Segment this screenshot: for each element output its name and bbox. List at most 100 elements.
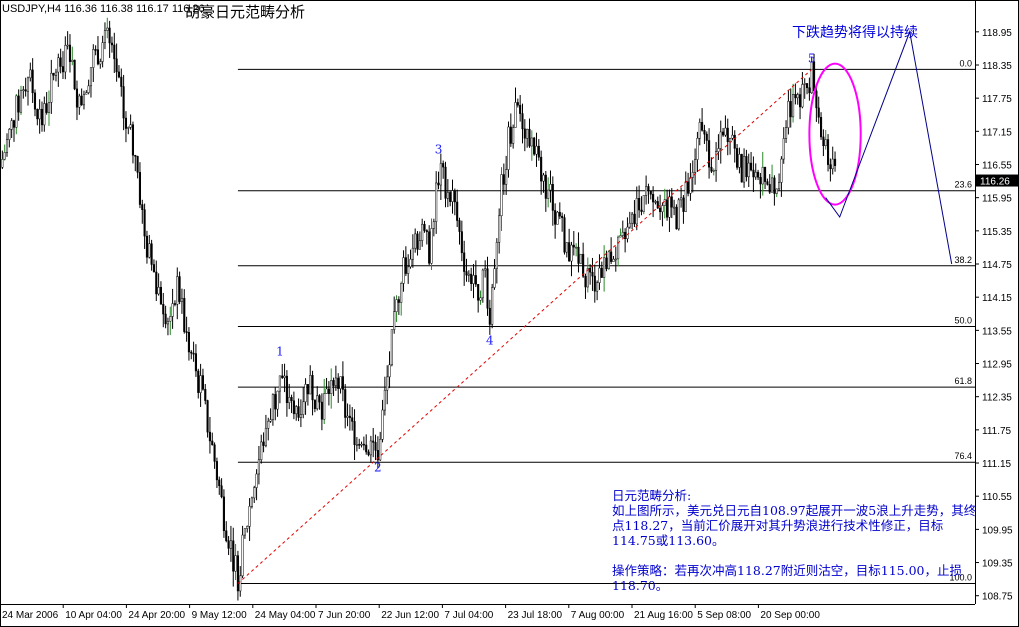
candle-body <box>169 316 172 322</box>
candle-body <box>647 186 650 192</box>
candle-body <box>551 184 554 211</box>
candle-body <box>241 534 244 577</box>
candle-body <box>362 443 365 446</box>
candle-body <box>533 137 536 155</box>
candle-body <box>155 271 158 295</box>
candle-body <box>558 211 561 217</box>
candle-body <box>166 320 169 325</box>
candle-body <box>157 287 160 295</box>
candle-body <box>59 57 62 67</box>
candle-body <box>26 77 30 92</box>
x-tick-label: 20 Sep 00:00 <box>760 610 820 621</box>
candle-body <box>831 158 834 170</box>
candle-body <box>610 251 613 262</box>
candle-body <box>178 276 181 302</box>
candle-body <box>603 257 606 278</box>
analysis-note-body: 如上图所示，美元兑日元自108.97起展开一波5浪上升走势，其终点118.27，… <box>612 503 977 548</box>
candle-body <box>10 120 13 130</box>
candle-body <box>38 108 41 120</box>
candle-body <box>299 414 302 418</box>
wave-label-3: 3 <box>435 143 443 157</box>
candle-body <box>425 230 428 232</box>
candle-body <box>250 497 253 507</box>
candle-body <box>3 152 6 160</box>
x-tick-label: 7 Jul 04:00 <box>444 610 493 621</box>
candle-body <box>115 58 118 73</box>
candle-body <box>484 268 487 271</box>
candle-body <box>743 156 746 183</box>
candle-body <box>274 394 277 410</box>
candle-body <box>670 196 673 208</box>
candle-body <box>577 246 580 264</box>
candle-body <box>806 83 809 88</box>
candle-body <box>747 162 750 178</box>
candle-body <box>495 242 498 269</box>
candle-body <box>542 174 545 182</box>
candle-body <box>103 30 107 43</box>
candle-body <box>339 376 342 389</box>
candle-body <box>479 297 482 301</box>
y-tick-label: 108.75 <box>982 592 1013 603</box>
y-tick-label: 111.15 <box>982 459 1012 470</box>
candle-body <box>659 207 662 213</box>
candle-body <box>206 400 209 433</box>
candle-body <box>432 221 435 229</box>
candle-body <box>17 95 20 113</box>
candle-body <box>117 71 121 78</box>
candle-body <box>722 131 725 136</box>
candle-body <box>323 393 326 420</box>
analysis-note: 日元范畴分析: 如上图所示，美元兑日元自108.97起展开一波5浪上升走势，其终… <box>612 488 982 593</box>
candle-body <box>605 257 608 270</box>
candle-body <box>304 384 307 403</box>
candle-body <box>645 186 648 196</box>
candle-body <box>330 380 333 394</box>
candle-body <box>138 172 142 205</box>
candle-body <box>295 406 298 415</box>
candle-body <box>136 156 139 173</box>
candle-body <box>589 267 592 273</box>
candle-body <box>320 401 323 420</box>
chart-title: 胡豪日元范畴分析 <box>185 3 306 21</box>
candle-body <box>152 264 155 273</box>
y-tick-label: 112.95 <box>982 360 1012 371</box>
candle-body <box>365 444 368 453</box>
candle-body <box>428 231 431 264</box>
candle-body <box>148 243 151 258</box>
candle-body <box>404 257 407 274</box>
candle-body <box>222 496 225 531</box>
candle-body <box>572 244 575 248</box>
candle-body <box>337 377 340 389</box>
candle-body <box>110 42 114 46</box>
candle-body <box>439 163 442 186</box>
candle-body <box>141 204 144 210</box>
candle-body <box>719 131 722 149</box>
x-tick-label: 5 Sep 08:00 <box>697 610 751 621</box>
candle-body <box>379 439 382 461</box>
candle-body <box>33 92 37 110</box>
x-tick-label: 24 Mar 2006 <box>2 610 59 621</box>
candle-body <box>64 45 67 73</box>
candle-body <box>740 154 743 183</box>
candle-body <box>614 258 617 261</box>
candle-body <box>54 71 58 76</box>
candle-body <box>129 124 132 128</box>
candle-body <box>1 159 4 168</box>
candle-body <box>575 246 578 249</box>
candle-body <box>519 104 522 114</box>
candle-body <box>271 394 274 420</box>
candle-body <box>600 267 603 278</box>
candle-body <box>5 139 9 153</box>
wave-label-2: 2 <box>374 461 382 475</box>
candle-body <box>584 276 587 288</box>
candle-body <box>621 231 624 236</box>
candle-body <box>89 67 93 87</box>
candle-body <box>694 159 697 173</box>
candle-body <box>61 66 65 73</box>
candle-body <box>351 417 354 422</box>
candle-body <box>540 156 543 182</box>
candle-body <box>444 166 447 199</box>
candle-body <box>778 182 781 190</box>
candle-body <box>204 389 207 401</box>
candle-body <box>73 59 76 90</box>
fib-level-label: 0.0 <box>959 58 972 68</box>
